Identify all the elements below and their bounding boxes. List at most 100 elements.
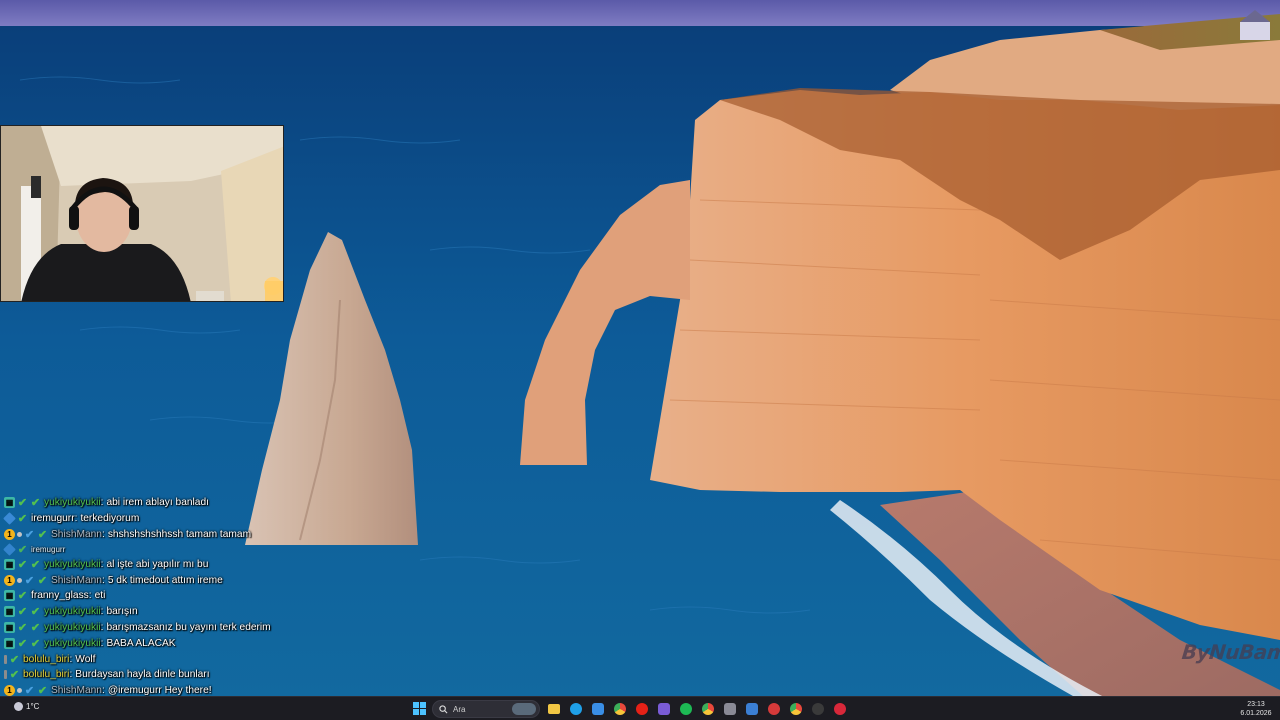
- chat-message: ▦ ✔ ✔ yukiyukiyukii: abi irem ablayı banladı: [4, 495, 304, 511]
- founder-badge-icon: 1: [4, 685, 15, 697]
- recorder-icon: [833, 702, 846, 715]
- subscriber-badge-icon: ▦: [4, 621, 15, 633]
- taskbar-app-obs[interactable]: [810, 701, 825, 716]
- obs-icon: [811, 702, 824, 715]
- search-icon: [439, 704, 448, 713]
- chat-message: 1 ✔ ✔ ShishMann: shshshshshhssh tamam tamam: [4, 527, 304, 543]
- chat-message-text: 5 dk timedout attım ireme: [107, 574, 223, 586]
- watermark-logo: ByNuBame: [1180, 640, 1280, 664]
- chat-separator: :: [100, 637, 104, 649]
- taskbar-app-recorder[interactable]: [832, 701, 847, 716]
- chat-username[interactable]: yukiyukiyukii: [44, 497, 101, 508]
- founder-badge-icon: 1: [4, 574, 15, 586]
- stream-app-icon: [767, 702, 780, 715]
- verified-badge-icon: ✔: [17, 497, 28, 510]
- chat-message: ✔ iremugurr: [3, 542, 304, 556]
- chat-username[interactable]: ShishMann: [51, 529, 102, 540]
- windows-taskbar: 1°C Ara 23:13 6.01.2026: [0, 696, 1280, 720]
- chat-username[interactable]: yukiyukiyukii: [44, 559, 101, 570]
- windows-icon: [413, 702, 426, 715]
- chat-badges: ▦ ✔ ✔: [4, 637, 41, 650]
- chat-username[interactable]: yukiyukiyukii: [44, 638, 101, 649]
- chat-message: ✔ bolulu_biri: Burdaysan hayla dinle bunla…: [4, 667, 304, 683]
- chat-message-text: BABA ALACAK: [106, 637, 176, 649]
- taskbar-app-task-manager[interactable]: [744, 701, 759, 716]
- chat-separator: :: [100, 606, 104, 618]
- chat-message-text: eti: [94, 590, 106, 602]
- chat-badges: ▦ ✔ ✔: [4, 497, 41, 510]
- chat-message: ▦ ✔ ✔ yukiyukiyukii: barışın: [4, 604, 304, 620]
- chat-separator: :: [74, 513, 78, 525]
- gem-badge-icon: [3, 512, 16, 526]
- dot-badge-icon: [17, 577, 22, 583]
- chat-message-text: al işte abi yapılır mı bu: [106, 558, 209, 570]
- chat-badges: ✔: [4, 669, 20, 682]
- taskbar-app-spotify[interactable]: [678, 701, 693, 716]
- taskbar-app-stream-app[interactable]: [766, 701, 781, 716]
- chat-separator: :: [100, 558, 104, 570]
- chat-message-text: Wolf: [75, 653, 96, 665]
- chat-username[interactable]: iremugurr: [31, 513, 75, 524]
- chat-separator: :: [69, 669, 73, 681]
- chat-badges: ✔: [4, 654, 20, 666]
- file-explorer-icon: [547, 703, 560, 714]
- chat-badges: ✔: [3, 543, 28, 556]
- chat-badges: ▦ ✔ ✔: [4, 606, 41, 618]
- weather-temp: 1°C: [26, 702, 40, 711]
- chat-message-text: Burdaysan hayla dinle bunları: [75, 669, 210, 681]
- chat-badges: ▦ ✔ ✔: [4, 621, 41, 634]
- chat-username[interactable]: bolulu_biri: [23, 669, 69, 680]
- taskbar-app-chrome-profile[interactable]: [700, 701, 715, 716]
- chat-separator: :: [88, 590, 92, 602]
- chat-message-text: barışın: [106, 606, 138, 618]
- taskbar-app-microsoft-store[interactable]: [590, 701, 605, 716]
- chat-username[interactable]: ShishMann: [51, 685, 102, 696]
- moderator-badge-icon: ✔: [24, 574, 35, 587]
- chat-message-text: barışmazsanız bu yayını terk ederim: [106, 621, 271, 633]
- verified-badge-icon: ✔: [17, 590, 28, 603]
- system-clock[interactable]: 23:13 6.01.2026: [1236, 700, 1276, 718]
- spotify-icon: [679, 702, 692, 715]
- verified-badge-icon: ✔: [30, 558, 41, 571]
- taskbar-app-chrome[interactable]: [612, 701, 627, 716]
- verified-badge-icon: ✔: [37, 528, 48, 541]
- chat-badges: 1 ✔ ✔: [4, 574, 48, 587]
- clock-date: 6.01.2026: [1240, 710, 1272, 717]
- chat-username[interactable]: yukiyukiyukii: [44, 622, 101, 633]
- moderator-badge-icon: ✔: [24, 528, 35, 541]
- verified-badge-icon: ✔: [30, 637, 41, 650]
- subscriber-badge-icon: ▦: [4, 590, 15, 602]
- taskbar-search[interactable]: Ara: [432, 700, 540, 718]
- verified-badge-icon: ✔: [30, 621, 41, 634]
- taskbar-app-chrome-active[interactable]: [788, 701, 803, 716]
- weather-widget[interactable]: 1°C: [14, 702, 39, 711]
- chat-separator: :: [101, 528, 105, 540]
- taskbar-app-file-explorer[interactable]: [546, 701, 561, 716]
- microsoft-edge-icon: [569, 702, 582, 715]
- verified-badge-icon: ✔: [17, 513, 28, 526]
- chat-username[interactable]: franny_glass: [31, 590, 89, 601]
- bar-badge-icon: [4, 654, 7, 664]
- verified-badge-icon: ✔: [17, 543, 28, 556]
- verified-badge-icon: ✔: [17, 558, 28, 571]
- taskbar-app-settings[interactable]: [722, 701, 737, 716]
- chat-username[interactable]: iremugurr: [31, 545, 65, 554]
- chat-username[interactable]: yukiyukiyukii: [44, 606, 101, 617]
- chat-message-text: @iremugurr Hey there!: [107, 685, 212, 697]
- taskbar-app-youtube[interactable]: [634, 701, 649, 716]
- chat-separator: :: [101, 574, 105, 586]
- chat-separator: :: [101, 685, 105, 697]
- clock-time: 23:13: [1247, 701, 1265, 708]
- taskbar-app-photos[interactable]: [656, 701, 671, 716]
- chrome-profile-icon: [701, 702, 714, 715]
- chat-message-text: shshshshshhssh tamam tamam: [107, 528, 252, 540]
- verified-badge-icon: ✔: [9, 669, 20, 682]
- chat-separator: :: [100, 497, 104, 509]
- photos-icon: [657, 702, 670, 715]
- start-button[interactable]: [412, 701, 427, 716]
- chat-username[interactable]: bolulu_biri: [23, 654, 69, 665]
- stream-chat: ▦ ✔ ✔ yukiyukiyukii: abi irem ablayı banladı…: [3, 495, 304, 714]
- chat-username[interactable]: ShishMann: [51, 575, 102, 586]
- taskbar-app-microsoft-edge[interactable]: [568, 701, 583, 716]
- chat-badges: ▦✔: [4, 590, 28, 603]
